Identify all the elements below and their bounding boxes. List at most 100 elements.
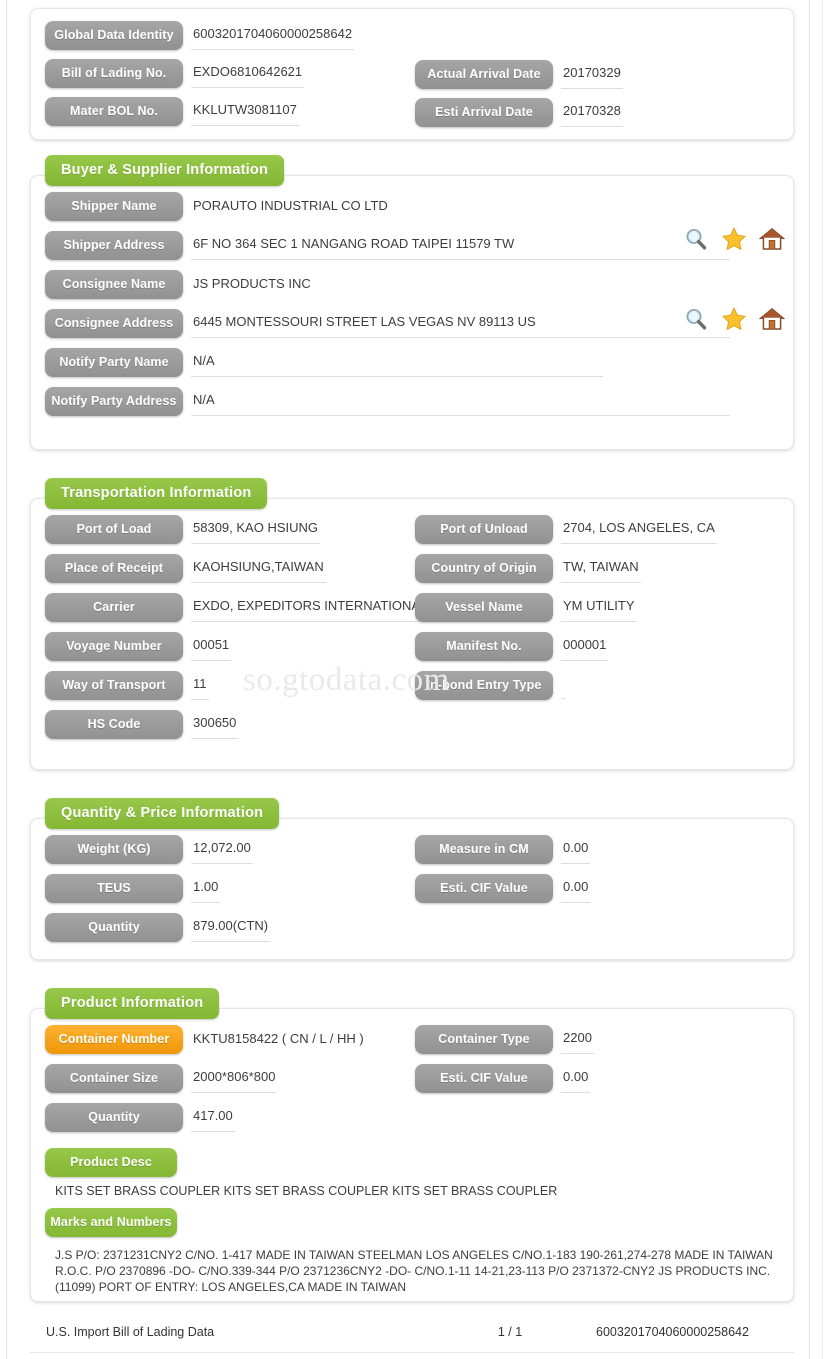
field-consignee-name: Consignee Name JS PRODUCTS INC <box>45 270 730 299</box>
label-hs-code: HS Code <box>45 710 183 739</box>
field-measure-in-cm: Measure in CM 0.00 <box>415 835 591 864</box>
page-edge-rule-left <box>6 0 7 1359</box>
home-icon[interactable] <box>758 226 786 252</box>
search-icon[interactable] <box>683 226 709 252</box>
label-shipper-name: Shipper Name <box>45 192 183 221</box>
value-container-number: KKTU8158422 ( CN / L / HH ) <box>193 1030 364 1046</box>
label-mater-bol-no: Mater BOL No. <box>45 97 183 126</box>
value-bill-of-lading-no: EXDO6810642621 <box>191 59 305 88</box>
header-card: Global Data Identity 6003201704060000258… <box>30 8 794 140</box>
field-port-of-unload: Port of Unload 2704, LOS ANGELES, CA <box>415 515 717 544</box>
label-container-number[interactable]: Container Number <box>45 1025 183 1054</box>
field-shipper-name: Shipper Name PORAUTO INDUSTRIAL CO LTD <box>45 192 730 221</box>
quantity-price-right-col: Measure in CM 0.00 Esti. CIF Value 0.00 <box>415 835 775 913</box>
product-desc-block: Product Desc KITS SET BRASS COUPLER KITS… <box>45 1148 779 1206</box>
value-vessel-name: YM UTILITY <box>561 593 637 622</box>
label-teus: TEUS <box>45 874 183 903</box>
star-icon[interactable] <box>721 306 747 332</box>
field-container-type: Container Type 2200 <box>415 1025 594 1054</box>
shipper-action-icons <box>683 226 786 252</box>
label-shipper-address: Shipper Address <box>45 231 183 260</box>
field-port-of-load: Port of Load 58309, KAO HSIUNG <box>45 515 320 544</box>
search-icon[interactable] <box>683 306 709 332</box>
value-consignee-name: JS PRODUCTS INC <box>193 275 311 291</box>
label-way-of-transport: Way of Transport <box>45 671 183 700</box>
value-manifest-no: 000001 <box>561 632 609 661</box>
footer-reference-id: 6003201704060000258642 <box>596 1325 749 1339</box>
page-edge-rule-right-outer <box>822 0 823 1359</box>
label-place-of-receipt: Place of Receipt <box>45 554 183 583</box>
field-teus: TEUS 1.00 <box>45 874 221 903</box>
label-voyage-number: Voyage Number <box>45 632 183 661</box>
header-row-1: Global Data Identity 6003201704060000258… <box>45 21 779 136</box>
home-icon[interactable] <box>758 306 786 332</box>
field-notify-party-address: Notify Party Address N/A <box>45 387 730 416</box>
page-edge-rule-right <box>809 0 810 1359</box>
value-port-of-unload: 2704, LOS ANGELES, CA <box>561 515 717 544</box>
label-product-esti-cif-value: Esti. CIF Value <box>415 1064 553 1093</box>
label-container-type: Container Type <box>415 1025 553 1054</box>
consignee-action-icons <box>683 306 786 332</box>
value-way-of-transport: 11 <box>191 671 209 700</box>
field-mater-bol-no: Mater BOL No. KKLUTW3081107 <box>45 97 299 126</box>
field-global-data-identity: Global Data Identity 6003201704060000258… <box>45 21 355 50</box>
value-quantity: 879.00(CTN) <box>191 913 271 942</box>
value-product-esti-cif-value: 0.00 <box>561 1064 591 1093</box>
marks-and-numbers-block: Marks and Numbers J.S P/O: 2371231CNY2 C… <box>45 1208 779 1301</box>
field-quantity: Quantity 879.00(CTN) <box>45 913 271 942</box>
label-product-desc: Product Desc <box>45 1148 177 1177</box>
value-notify-party-address: N/A <box>191 387 730 416</box>
product-information-card: Product Information Container Number KKT… <box>30 988 794 1302</box>
value-esti-cif-value: 0.00 <box>561 874 591 903</box>
value-shipper-address: 6F NO 364 SEC 1 NANGANG ROAD TAIPEI 1157… <box>191 231 730 260</box>
value-hs-code: 300650 <box>191 710 239 739</box>
header-left-col: Global Data Identity 6003201704060000258… <box>45 21 415 135</box>
field-product-esti-cif-value: Esti. CIF Value 0.00 <box>415 1064 591 1093</box>
footer-page-number: 1 / 1 <box>497 1325 523 1339</box>
value-mater-bol-no: KKLUTW3081107 <box>191 97 299 126</box>
section-title-transportation: Transportation Information <box>45 478 268 509</box>
field-product-quantity: Quantity 417.00 <box>45 1103 235 1132</box>
value-measure-in-cm: 0.00 <box>561 835 591 864</box>
page-footer: U.S. Import Bill of Lading Data 1 / 1 60… <box>30 1325 794 1339</box>
field-in-bond-entry-type: In-bond Entry Type <box>415 671 565 700</box>
label-esti-cif-value: Esti. CIF Value <box>415 874 553 903</box>
section-title-product: Product Information <box>45 988 220 1019</box>
label-esti-arrival-date: Esti Arrival Date <box>415 98 553 127</box>
field-actual-arrival-date: Actual Arrival Date 20170329 <box>415 60 623 89</box>
field-esti-arrival-date: Esti Arrival Date 20170328 <box>415 98 623 127</box>
label-quantity: Quantity <box>45 913 183 942</box>
value-port-of-load: 58309, KAO HSIUNG <box>191 515 320 544</box>
field-voyage-number: Voyage Number 00051 <box>45 632 232 661</box>
field-shipper-address: Shipper Address 6F NO 364 SEC 1 NANGANG … <box>45 231 730 260</box>
value-place-of-receipt: KAOHSIUNG,TAIWAN <box>191 554 326 583</box>
header-right-col: Actual Arrival Date 20170329 Esti Arriva… <box>415 21 775 136</box>
product-left-col: Container Number KKTU8158422 ( CN / L / … <box>45 1025 415 1142</box>
field-weight-kg: Weight (KG) 12,072.00 <box>45 835 253 864</box>
section-title-quantity-price: Quantity & Price Information <box>45 798 280 829</box>
label-notify-party-address: Notify Party Address <box>45 387 183 416</box>
label-consignee-address: Consignee Address <box>45 309 183 338</box>
value-marks-and-numbers: J.S P/O: 2371231CNY2 C/NO. 1-417 MADE IN… <box>55 1248 773 1294</box>
label-weight-kg: Weight (KG) <box>45 835 183 864</box>
label-vessel-name: Vessel Name <box>415 593 553 622</box>
value-teus: 1.00 <box>191 874 221 903</box>
label-country-of-origin: Country of Origin <box>415 554 553 583</box>
quantity-price-rows: Weight (KG) 12,072.00 TEUS 1.00 Quantity… <box>45 835 779 952</box>
page-content: Global Data Identity 6003201704060000258… <box>30 0 794 1324</box>
value-product-quantity: 417.00 <box>191 1103 235 1132</box>
label-container-size: Container Size <box>45 1064 183 1093</box>
product-rows: Container Number KKTU8158422 ( CN / L / … <box>45 1025 779 1142</box>
label-measure-in-cm: Measure in CM <box>415 835 553 864</box>
label-carrier: Carrier <box>45 593 183 622</box>
value-in-bond-entry-type <box>561 672 565 699</box>
field-way-of-transport: Way of Transport 11 <box>45 671 209 700</box>
field-carrier: Carrier EXDO, EXPEDITORS INTERNATIONAL <box>45 593 430 622</box>
star-icon[interactable] <box>721 226 747 252</box>
value-product-desc: KITS SET BRASS COUPLER KITS SET BRASS CO… <box>55 1184 558 1198</box>
value-global-data-identity: 6003201704060000258642 <box>191 21 355 50</box>
value-weight-kg: 12,072.00 <box>191 835 253 864</box>
bill-of-lading-page: Global Data Identity 6003201704060000258… <box>0 0 824 1359</box>
buyer-supplier-card: Buyer & Supplier Information Shipper Nam… <box>30 155 794 450</box>
quantity-price-card: Quantity & Price Information Weight (KG)… <box>30 798 794 960</box>
